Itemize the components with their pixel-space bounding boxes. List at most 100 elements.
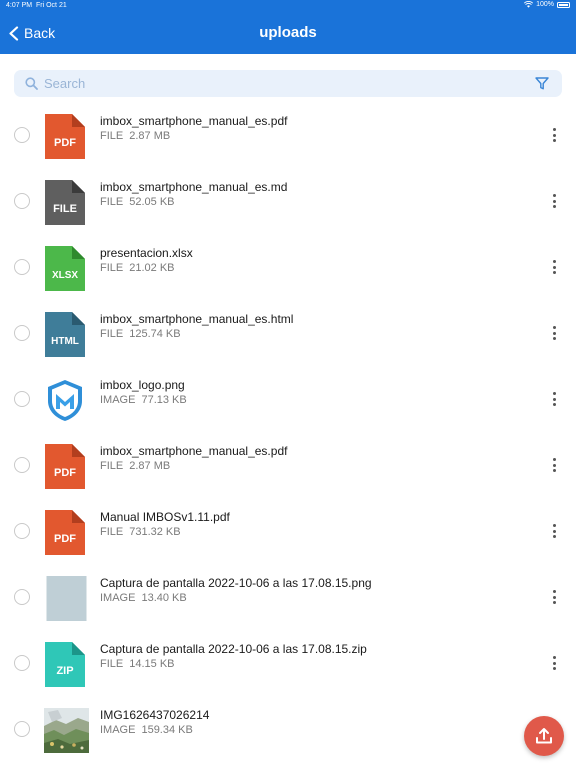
search-input[interactable]: [44, 70, 524, 97]
file-size: 77.13 KB: [141, 394, 187, 406]
svg-text:HTML: HTML: [51, 336, 79, 347]
list-item[interactable]: ZIP Captura de pantalla 2022-10-06 a las…: [0, 630, 576, 696]
select-radio[interactable]: [14, 193, 30, 209]
more-options-icon[interactable]: [550, 655, 558, 671]
imbox-logo-thumbnail: [48, 380, 82, 421]
page-title: uploads: [259, 24, 317, 41]
svg-text:FILE: FILE: [53, 203, 77, 215]
list-item[interactable]: PDF imbox_smartphone_manual_es.pdf FILE 2…: [0, 102, 576, 168]
search-icon: [25, 77, 38, 90]
more-options-icon[interactable]: [550, 523, 558, 539]
file-meta: FILE 21.02 KB: [100, 262, 175, 274]
file-kind: FILE: [100, 196, 124, 208]
navigation-bar: Back uploads: [0, 12, 576, 54]
status-right: 100%: [524, 1, 570, 8]
pdf-icon: PDF: [45, 114, 85, 159]
file-size: 159.34 KB: [141, 724, 193, 736]
file-kind: FILE: [100, 262, 124, 274]
file-size: 52.05 KB: [129, 196, 175, 208]
file-meta: FILE 125.74 KB: [100, 328, 181, 340]
file-kind: IMAGE: [100, 394, 136, 406]
list-item[interactable]: Captura de pantalla 2022-10-06 a las 17.…: [0, 564, 576, 630]
svg-text:PDF: PDF: [54, 533, 76, 545]
file-name: Manual IMBOSv1.11.pdf: [100, 510, 230, 524]
file-name: imbox_smartphone_manual_es.pdf: [100, 444, 288, 458]
file-name: presentacion.xlsx: [100, 246, 193, 260]
file-kind: IMAGE: [100, 592, 136, 604]
file-meta: FILE 731.32 KB: [100, 526, 181, 538]
file-name: imbox_smartphone_manual_es.pdf: [100, 114, 288, 128]
list-item[interactable]: imbox_logo.png IMAGE 77.13 KB: [0, 366, 576, 432]
file-meta: IMAGE 13.40 KB: [100, 592, 187, 604]
more-options-icon[interactable]: [550, 127, 558, 143]
list-item[interactable]: IMG1626437026214 IMAGE 159.34 KB: [0, 696, 576, 762]
file-size: 14.15 KB: [129, 658, 175, 670]
svg-text:ZIP: ZIP: [56, 665, 73, 677]
select-radio[interactable]: [14, 325, 30, 341]
file-kind: FILE: [100, 460, 124, 472]
select-radio[interactable]: [14, 523, 30, 539]
list-item[interactable]: PDF Manual IMBOSv1.11.pdf FILE 731.32 KB: [0, 498, 576, 564]
status-bar: 4:07 PM Fri Oct 21 100%: [0, 0, 576, 12]
file-meta: IMAGE 77.13 KB: [100, 394, 187, 406]
status-date: Fri Oct 21: [36, 2, 67, 9]
more-options-icon[interactable]: [550, 193, 558, 209]
file-meta: FILE 14.15 KB: [100, 658, 175, 670]
select-radio[interactable]: [14, 259, 30, 275]
select-radio[interactable]: [14, 127, 30, 143]
more-options-icon[interactable]: [550, 457, 558, 473]
pdf-icon: PDF: [45, 444, 85, 489]
file-meta: FILE 2.87 MB: [100, 460, 170, 472]
file-size: 125.74 KB: [129, 328, 181, 340]
more-options-icon[interactable]: [550, 325, 558, 341]
photo-thumbnail: [44, 708, 89, 753]
file-name: imbox_smartphone_manual_es.html: [100, 312, 294, 326]
svg-text:PDF: PDF: [54, 467, 76, 479]
list-item[interactable]: PDF imbox_smartphone_manual_es.pdf FILE 2…: [0, 432, 576, 498]
more-options-icon[interactable]: [550, 259, 558, 275]
file-meta: FILE 52.05 KB: [100, 196, 175, 208]
generic-file-icon: FILE: [45, 180, 85, 225]
file-kind: FILE: [100, 526, 124, 538]
more-options-icon[interactable]: [550, 391, 558, 407]
file-name: Captura de pantalla 2022-10-06 a las 17.…: [100, 576, 372, 590]
file-name: IMG1626437026214: [100, 708, 210, 722]
file-size: 2.87 MB: [129, 460, 171, 472]
wifi-icon: [524, 1, 534, 8]
file-name: imbox_logo.png: [100, 378, 185, 392]
file-name: imbox_smartphone_manual_es.md: [100, 180, 288, 194]
more-options-icon[interactable]: [550, 589, 558, 605]
select-radio[interactable]: [14, 589, 30, 605]
screenshot-thumbnail: [46, 576, 87, 621]
file-kind: FILE: [100, 328, 124, 340]
zip-icon: ZIP: [45, 642, 85, 687]
svg-text:PDF: PDF: [54, 137, 76, 149]
file-kind: FILE: [100, 658, 124, 670]
select-radio[interactable]: [14, 721, 30, 737]
select-radio[interactable]: [14, 391, 30, 407]
file-list: PDF imbox_smartphone_manual_es.pdf FILE 2…: [0, 102, 576, 762]
list-item[interactable]: HTML imbox_smartphone_manual_es.html FIL…: [0, 300, 576, 366]
select-radio[interactable]: [14, 655, 30, 671]
upload-icon: [536, 728, 552, 744]
file-name: Captura de pantalla 2022-10-06 a las 17.…: [100, 642, 367, 656]
file-size: 2.87 MB: [129, 130, 171, 142]
file-size: 13.40 KB: [141, 592, 187, 604]
file-meta: IMAGE 159.34 KB: [100, 724, 193, 736]
file-size: 731.32 KB: [129, 526, 181, 538]
filter-icon[interactable]: [535, 77, 549, 90]
upload-button[interactable]: [524, 716, 564, 756]
xlsx-icon: XLSX: [45, 246, 85, 291]
battery-icon: [557, 1, 570, 8]
file-meta: FILE 2.87 MB: [100, 130, 170, 142]
pdf-icon: PDF: [45, 510, 85, 555]
file-kind: FILE: [100, 130, 124, 142]
html-icon: HTML: [45, 312, 85, 357]
list-item[interactable]: XLSX presentacion.xlsx FILE 21.02 KB: [0, 234, 576, 300]
select-radio[interactable]: [14, 457, 30, 473]
search-bar: [14, 70, 562, 97]
file-kind: IMAGE: [100, 724, 136, 736]
svg-text:XLSX: XLSX: [52, 270, 78, 281]
battery-percent: 100%: [536, 1, 554, 8]
list-item[interactable]: FILE imbox_smartphone_manual_es.md FILE 5…: [0, 168, 576, 234]
